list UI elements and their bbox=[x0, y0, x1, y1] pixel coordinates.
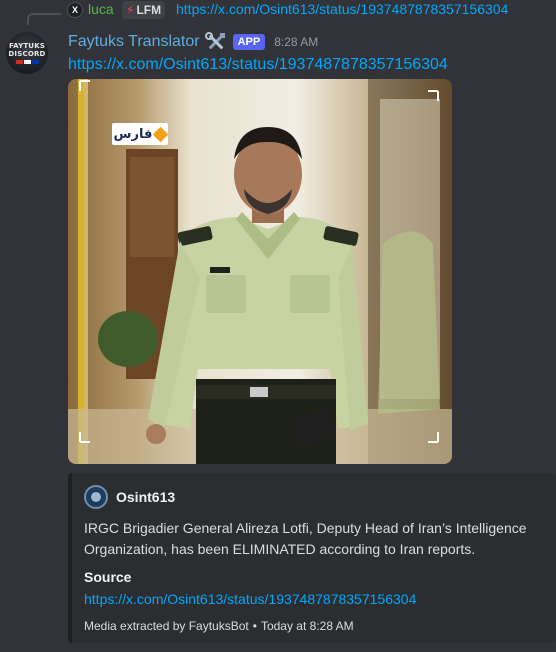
embed-footer-separator: • bbox=[252, 619, 257, 633]
bot-avatar[interactable]: FAYTUKS DISCORD bbox=[6, 32, 48, 74]
reply-spine bbox=[27, 13, 61, 25]
reply-author-tag: ⚡ LFM bbox=[122, 1, 166, 19]
embed-footer-text: Media extracted by FaytuksBot bbox=[84, 619, 249, 633]
app-badge: APP bbox=[232, 34, 266, 50]
message-content-link[interactable]: https://x.com/Osint613/status/1937487878… bbox=[68, 56, 448, 74]
fars-logo-text: فارس bbox=[113, 126, 153, 142]
reply-author-name[interactable]: luca bbox=[88, 1, 114, 17]
embed-author-name[interactable]: Osint613 bbox=[116, 489, 175, 505]
fars-diamond-icon bbox=[153, 126, 169, 142]
reply-content-link[interactable]: https://x.com/Osint613/status/1937487878… bbox=[176, 1, 508, 17]
lightning-icon: ⚡ bbox=[126, 3, 135, 17]
message-image[interactable]: فارس bbox=[68, 79, 452, 464]
embed-source-link[interactable]: https://x.com/Osint613/status/1937487878… bbox=[84, 591, 416, 607]
tools-icon bbox=[204, 32, 225, 50]
reply-avatar[interactable]: X bbox=[67, 2, 83, 18]
message-timestamp[interactable]: 8:28 AM bbox=[274, 35, 318, 49]
link-embed: Osint613 IRGC Brigadier General Alireza … bbox=[68, 473, 556, 643]
fars-news-logo: فارس bbox=[112, 123, 169, 145]
embed-description: IRGC Brigadier General Alireza Lotfi, De… bbox=[84, 520, 527, 557]
bot-username[interactable]: Faytuks Translator bbox=[68, 33, 200, 51]
avatar-flags bbox=[15, 60, 39, 64]
embed-author[interactable]: Osint613 bbox=[84, 485, 175, 509]
message-header: Faytuks Translator APP 8:28 AM bbox=[68, 31, 318, 53]
embed-footer-time: Today at 8:28 AM bbox=[260, 619, 354, 633]
avatar-text-line-2: DISCORD bbox=[8, 50, 46, 58]
reply-tag-label: LFM bbox=[136, 3, 162, 17]
embed-footer: Media extracted by FaytuksBot • Today at… bbox=[84, 619, 354, 633]
discord-message-view: X luca ⚡ LFM https://x.com/Osint613/stat… bbox=[0, 0, 556, 652]
avatar-text-line-1: FAYTUKS bbox=[8, 42, 46, 50]
embed-field-name: Source bbox=[84, 569, 132, 585]
embed-author-avatar bbox=[84, 485, 108, 509]
